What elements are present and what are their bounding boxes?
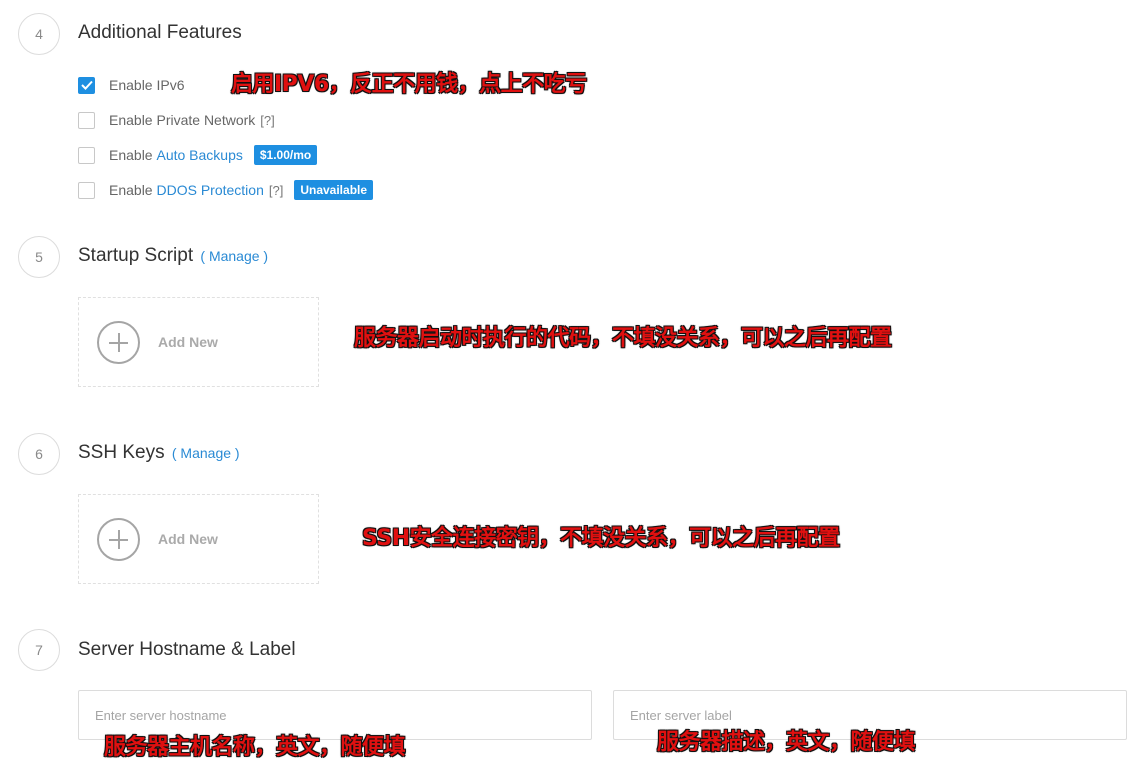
feature-ipv6[interactable]: Enable IPv6 bbox=[78, 76, 185, 94]
add-startup-script-button[interactable]: Add New bbox=[78, 297, 319, 387]
startup-script-title: Startup Script bbox=[78, 245, 194, 266]
add-ssh-key-label: Add New bbox=[158, 531, 218, 547]
feature-private-network[interactable]: Enable Private Network [?] bbox=[78, 111, 275, 129]
section-title-hostname-label: Server Hostname & Label bbox=[78, 639, 296, 660]
feature-ddos[interactable]: Enable DDOS Protection [?] Unavailable bbox=[78, 180, 374, 200]
plus-circle-icon bbox=[97, 320, 140, 364]
ddos-checkbox[interactable] bbox=[78, 181, 95, 199]
ddos-prefix: Enable bbox=[109, 182, 157, 198]
step-5-circle: 5 bbox=[18, 236, 60, 278]
step-4-circle: 4 bbox=[18, 13, 60, 55]
auto-backups-checkbox[interactable] bbox=[78, 146, 95, 164]
private-network-label[interactable]: Enable Private Network bbox=[109, 112, 255, 128]
annotation-hostname: 服务器主机名称，英文，随便填 bbox=[104, 735, 406, 760]
private-network-help[interactable]: [?] bbox=[260, 113, 274, 128]
ipv6-checkbox[interactable] bbox=[78, 76, 95, 94]
annotation-startup-script: 服务器启动时执行的代码，不填没关系，可以之后再配置 bbox=[354, 326, 892, 351]
section-title-startup-script: Startup Script ( Manage ) bbox=[78, 245, 268, 267]
auto-backups-link[interactable]: Auto Backups bbox=[156, 147, 242, 163]
ddos-link[interactable]: DDOS Protection bbox=[156, 182, 263, 198]
step-7-circle: 7 bbox=[18, 629, 60, 671]
annotation-ssh-keys: SSH安全连接密钥，不填没关系，可以之后再配置 bbox=[362, 526, 840, 551]
auto-backups-prefix: Enable bbox=[109, 147, 157, 163]
ssh-keys-title: SSH Keys bbox=[78, 442, 165, 463]
annotation-label: 服务器描述，英文，随便填 bbox=[657, 730, 916, 755]
section-title-ssh-keys: SSH Keys ( Manage ) bbox=[78, 442, 240, 464]
ddos-unavailable-badge: Unavailable bbox=[294, 180, 374, 200]
auto-backups-price-badge: $1.00/mo bbox=[253, 145, 318, 165]
ssh-keys-manage-link[interactable]: ( Manage ) bbox=[172, 445, 240, 461]
ipv6-label[interactable]: Enable IPv6 bbox=[109, 77, 185, 93]
ddos-help[interactable]: [?] bbox=[269, 183, 283, 198]
section-title-additional-features: Additional Features bbox=[78, 22, 242, 43]
plus-circle-icon bbox=[97, 517, 140, 561]
startup-script-manage-link[interactable]: ( Manage ) bbox=[200, 248, 268, 264]
private-network-checkbox[interactable] bbox=[78, 111, 95, 129]
step-6-circle: 6 bbox=[18, 433, 60, 475]
add-startup-script-label: Add New bbox=[158, 334, 218, 350]
add-ssh-key-button[interactable]: Add New bbox=[78, 494, 319, 584]
annotation-ipv6: 启用IPV6，反正不用钱，点上不吃亏 bbox=[231, 72, 587, 97]
checkmark-icon bbox=[80, 80, 93, 90]
feature-auto-backups[interactable]: Enable Auto Backups $1.00/mo bbox=[78, 145, 318, 165]
